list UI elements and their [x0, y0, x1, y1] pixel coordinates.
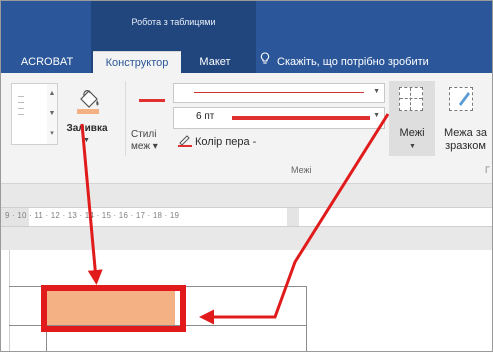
cell-highlight-frame: [41, 285, 186, 332]
borders-group-label: Межі: [291, 165, 312, 175]
scroll-down-icon[interactable]: ▼: [47, 104, 57, 124]
context-group-label: Робота з таблицями: [131, 17, 216, 27]
paint-bucket-icon: [73, 87, 103, 117]
border-painter-label-1: Межа за: [444, 127, 487, 139]
pen-color-button[interactable]: Колір пера -: [178, 135, 256, 148]
title-bar: Робота з таблицями ACROBAT Конструктор М…: [1, 1, 492, 74]
next-group-label: Г: [485, 165, 490, 175]
pen-color-icon: [178, 135, 192, 147]
tab-design[interactable]: Конструктор: [93, 51, 181, 74]
ruler-numbers: 9 · 10 · 11 · 12 · 13 · 14 · 15 · 16 · 1…: [5, 211, 180, 220]
document-page[interactable]: [1, 250, 492, 351]
tab-acrobat[interactable]: ACROBAT: [11, 51, 83, 73]
gallery-scroll[interactable]: ▲ ▼ ▾: [47, 83, 58, 145]
line-weight-preview: [232, 116, 370, 120]
shading-button[interactable]: Заливка ▼: [63, 87, 119, 157]
word-window: Робота з таблицями ACROBAT Конструктор М…: [0, 0, 493, 352]
borders-button[interactable]: Межі ▼: [389, 81, 435, 156]
line-weight-value: 6 пт: [196, 111, 215, 122]
gallery-more-icon[interactable]: ▾: [47, 124, 57, 144]
border-style-sample: [139, 99, 165, 102]
pen-color-label: Колір пера -: [195, 136, 257, 148]
border-styles-label-2: меж: [131, 141, 151, 152]
borders-label: Межі: [399, 127, 425, 139]
border-painter-label-2: зразком: [445, 140, 486, 152]
table-styles-gallery-edge[interactable]: [11, 83, 49, 145]
border-painter-icon: [449, 87, 473, 111]
chevron-down-icon[interactable]: ▼: [373, 112, 380, 119]
line-style-dropdown[interactable]: ▼: [173, 83, 385, 103]
line-style-preview: [194, 92, 364, 93]
tell-me-text: Скажіть, що потрібно зробити: [277, 56, 429, 68]
tab-layout[interactable]: Макет: [191, 51, 239, 73]
page-margin-line: [9, 250, 10, 351]
scroll-up-icon[interactable]: ▲: [47, 84, 57, 104]
horizontal-ruler[interactable]: 9 · 10 · 11 · 12 · 13 · 14 · 15 · 16 · 1…: [1, 207, 492, 227]
borders-dropdown-icon[interactable]: ▼: [409, 143, 416, 150]
shading-dropdown-icon[interactable]: ▼: [83, 137, 90, 144]
border-styles-button[interactable]: Стилі меж ▾: [131, 129, 163, 153]
table-border: [306, 286, 307, 351]
line-weight-dropdown[interactable]: 6 пт ▼: [173, 107, 385, 129]
chevron-down-icon[interactable]: ▼: [373, 88, 380, 95]
tell-me-box[interactable]: Скажіть, що потрібно зробити: [259, 51, 429, 73]
ruler-column-marker[interactable]: [287, 208, 299, 226]
divider: [125, 81, 126, 156]
shading-label: Заливка: [66, 123, 108, 134]
border-painter-label: Межа за зразком: [439, 127, 492, 153]
ribbon: ▲ ▼ ▾ Заливка ▼ Стилі меж ▾ ▼ 6 пт ▼ Кол…: [1, 73, 492, 184]
borders-icon: [399, 87, 423, 111]
border-styles-label-1: Стилі: [131, 129, 157, 140]
lightbulb-icon: [259, 51, 271, 73]
ribbon-tabs: ACROBAT Конструктор Макет Скажіть, що по…: [1, 51, 492, 74]
border-painter-button[interactable]: Межа за зразком: [439, 81, 492, 156]
